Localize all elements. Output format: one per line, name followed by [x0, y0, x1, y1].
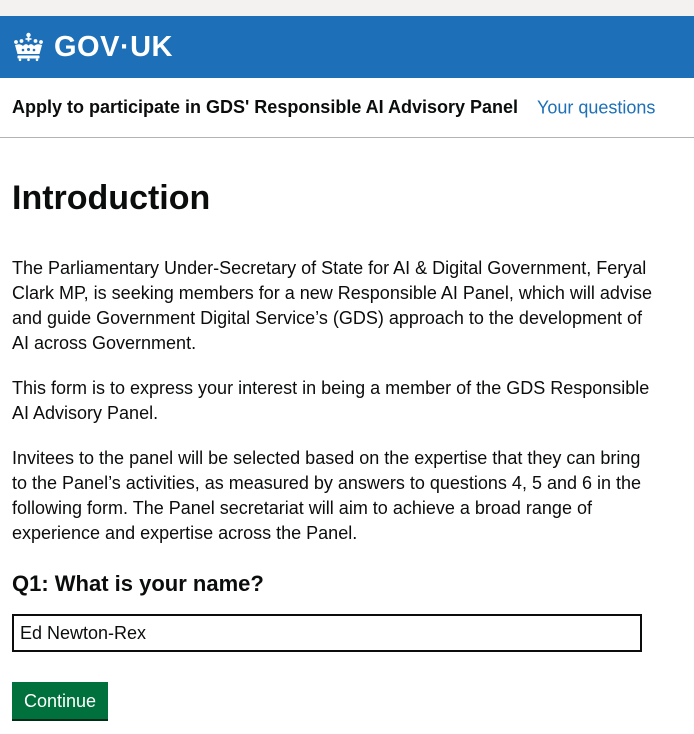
service-navigation: Apply to participate in GDS' Responsible…: [0, 78, 694, 138]
top-strip: [0, 0, 694, 16]
name-input[interactable]: [12, 614, 642, 652]
page-title: Introduction: [12, 179, 211, 217]
question-label: Q1: What is your name?: [12, 571, 264, 596]
crown-icon: [14, 32, 43, 62]
intro-paragraph: The Parliamentary Under-Secretary of Sta…: [12, 258, 652, 353]
continue-button[interactable]: Continue: [12, 682, 109, 719]
your-questions-link[interactable]: Your questions: [537, 97, 655, 118]
main-content: Introduction The Parliamentary Under-Sec…: [0, 178, 694, 719]
selection-paragraph: Invitees to the panel will be selected b…: [12, 448, 642, 543]
govuk-logo-link[interactable]: GOV·UK: [12, 32, 173, 62]
govuk-logotype: GOV·UK: [54, 30, 173, 63]
govuk-header: GOV·UK: [0, 16, 694, 78]
service-name-link[interactable]: Apply to participate in GDS' Responsible…: [12, 97, 518, 118]
purpose-paragraph: This form is to express your interest in…: [12, 378, 650, 423]
